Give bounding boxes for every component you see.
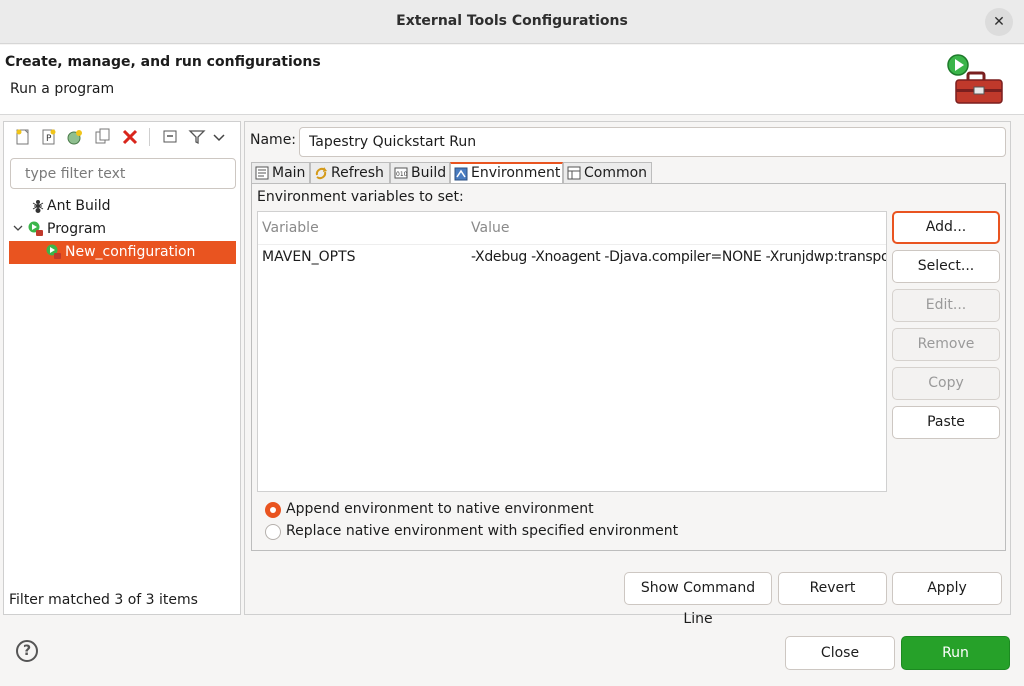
tab-main[interactable]: Main [251, 162, 310, 184]
tree-item-label: Ant Build [47, 198, 111, 214]
tree-item-ant-build[interactable]: Ant Build [30, 195, 230, 218]
collapse-all-icon[interactable] [162, 128, 180, 146]
paste-button[interactable]: Paste [892, 406, 1000, 439]
filter-status: Filter matched 3 of 3 items [9, 592, 198, 608]
cell-value: -Xdebug -Xnoagent -Djava.compiler=NONE -… [471, 249, 887, 265]
tab-label: Environment [471, 165, 561, 181]
show-command-line-button[interactable]: Show Command Line [624, 572, 772, 627]
config-icon [46, 244, 61, 259]
env-variables-label: Environment variables to set: [257, 189, 464, 205]
dialog-header: Create, manage, and run configurations R… [0, 45, 1024, 115]
tree-item-new-configuration[interactable]: New_configuration [9, 241, 236, 264]
export-icon[interactable] [66, 128, 84, 146]
close-button[interactable]: Close [785, 636, 895, 670]
header-subtitle: Run a program [10, 81, 115, 97]
environment-tab-content: Environment variables to set: Variable V… [251, 183, 1006, 551]
cell-variable: MAVEN_OPTS [262, 249, 356, 265]
ant-icon [32, 200, 44, 213]
tab-environment[interactable]: Environment [450, 162, 563, 184]
new-prototype-icon[interactable]: P [40, 128, 58, 146]
help-icon[interactable]: ? [16, 640, 38, 662]
common-icon [567, 166, 581, 180]
duplicate-icon[interactable] [94, 128, 112, 146]
filter-icon[interactable] [188, 128, 206, 146]
tree-item-label: Program [47, 221, 107, 237]
title-bar: External Tools Configurations ✕ [0, 0, 1024, 44]
tab-refresh[interactable]: Refresh [310, 162, 390, 184]
configuration-editor: Name: Main Refresh 010 Build Environment… [244, 121, 1011, 627]
name-field[interactable] [299, 127, 1006, 157]
tree-item-label: New_configuration [65, 244, 196, 260]
name-label: Name: [250, 132, 297, 148]
window-title: External Tools Configurations [396, 13, 628, 29]
copy-button[interactable]: Copy [892, 367, 1000, 400]
tab-common[interactable]: Common [563, 162, 652, 184]
svg-text:010: 010 [396, 171, 408, 178]
tab-label: Refresh [331, 165, 384, 181]
column-header-value[interactable]: Value [471, 220, 509, 236]
run-button[interactable]: Run [901, 636, 1010, 670]
refresh-icon [315, 167, 327, 180]
append-env-radio[interactable] [265, 502, 281, 518]
tab-label: Common [584, 165, 648, 181]
tree-item-program[interactable]: Program [12, 218, 232, 241]
tab-build[interactable]: 010 Build [390, 162, 450, 184]
expand-arrow-icon[interactable] [12, 222, 24, 234]
new-launch-config-icon[interactable] [14, 128, 32, 146]
program-icon [28, 221, 43, 236]
delete-icon[interactable] [121, 128, 139, 146]
main-tab-icon [255, 166, 269, 180]
configuration-tree-panel: P Ant Build Program New_configuration Fi… [3, 121, 241, 615]
svg-text:P: P [46, 134, 52, 144]
apply-button[interactable]: Apply [892, 572, 1002, 605]
header-divider [258, 244, 886, 245]
filter-input[interactable] [10, 158, 236, 189]
tab-label: Main [272, 165, 306, 181]
revert-button[interactable]: Revert [778, 572, 887, 605]
replace-env-label[interactable]: Replace native environment with specifie… [286, 523, 678, 539]
dialog-window: External Tools Configurations ✕ Create, … [0, 0, 1024, 686]
append-env-label[interactable]: Append environment to native environment [286, 501, 594, 517]
tab-label: Build [411, 165, 447, 181]
toolbar-separator [149, 128, 150, 146]
select-button[interactable]: Select... [892, 250, 1000, 283]
chevron-down-icon[interactable] [210, 128, 228, 146]
add-button[interactable]: Add... [892, 211, 1000, 244]
build-icon: 010 [394, 167, 408, 179]
header-title: Create, manage, and run configurations [5, 54, 321, 70]
close-icon[interactable]: ✕ [985, 8, 1013, 36]
toolbox-icon [947, 54, 1003, 104]
env-variables-table[interactable]: Variable Value MAVEN_OPTS -Xdebug -Xnoag… [257, 211, 887, 492]
replace-env-radio[interactable] [265, 524, 281, 540]
environment-icon [454, 167, 468, 181]
tree-toolbar: P [4, 122, 240, 152]
remove-button[interactable]: Remove [892, 328, 1000, 361]
edit-button[interactable]: Edit... [892, 289, 1000, 322]
column-header-variable[interactable]: Variable [262, 220, 319, 236]
